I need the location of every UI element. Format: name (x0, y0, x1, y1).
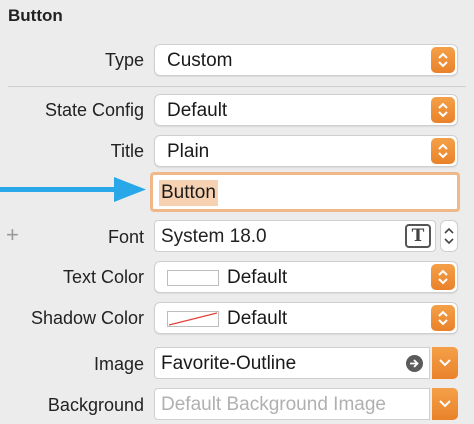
shadow-color-popup[interactable]: Default (154, 302, 458, 334)
background-placeholder: Default Background Image (161, 394, 386, 415)
image-value: Favorite-Outline (161, 353, 297, 374)
popup-arrows-icon (431, 47, 455, 73)
no-color-swatch (167, 311, 219, 327)
font-picker-icon[interactable]: T (405, 224, 431, 248)
popup-arrows-icon (431, 97, 455, 123)
font-label: Font (107, 227, 144, 247)
pointer-arrow-icon (0, 177, 146, 202)
font-value: System 18.0 (161, 226, 267, 247)
title-text-field[interactable]: Button (150, 172, 460, 212)
text-color-popup[interactable]: Default (154, 261, 458, 293)
font-size-stepper[interactable] (440, 220, 458, 252)
state-config-label: State Config (44, 100, 144, 120)
go-to-arrow-icon[interactable] (406, 355, 423, 372)
state-config-popup[interactable]: Default (154, 94, 458, 126)
type-value: Custom (167, 50, 233, 71)
type-label: Type (104, 50, 144, 70)
title-text-selection: Button (159, 180, 218, 206)
image-dropdown-button[interactable] (432, 347, 458, 379)
chevron-down-icon (439, 359, 451, 367)
popup-arrows-icon (431, 264, 455, 290)
image-label: Image (93, 354, 144, 374)
attributes-inspector: Button Type Custom State Config Default … (0, 0, 474, 424)
type-popup[interactable]: Custom (154, 44, 458, 76)
popup-arrows-icon (431, 138, 455, 164)
state-config-value: Default (167, 100, 228, 121)
color-swatch (167, 270, 219, 286)
text-color-label: Text Color (62, 267, 144, 287)
background-dropdown-button[interactable] (432, 388, 458, 420)
section-divider (8, 86, 466, 87)
background-combo-field[interactable]: Default Background Image (154, 388, 430, 420)
shadow-color-label: Shadow Color (30, 308, 144, 328)
shadow-color-value: Default (227, 308, 288, 329)
title-label: Title (110, 141, 144, 161)
image-combo-field[interactable]: Favorite-Outline (154, 347, 430, 379)
title-style-popup[interactable]: Plain (154, 135, 458, 167)
popup-arrows-icon (431, 305, 455, 331)
chevron-down-icon (439, 400, 451, 408)
text-color-value: Default (227, 267, 288, 288)
section-title: Button (8, 6, 63, 25)
add-variation-icon[interactable]: + (6, 224, 19, 246)
background-label: Background (47, 395, 144, 415)
font-field[interactable]: System 18.0 T (154, 220, 436, 252)
title-style-value: Plain (167, 141, 210, 162)
